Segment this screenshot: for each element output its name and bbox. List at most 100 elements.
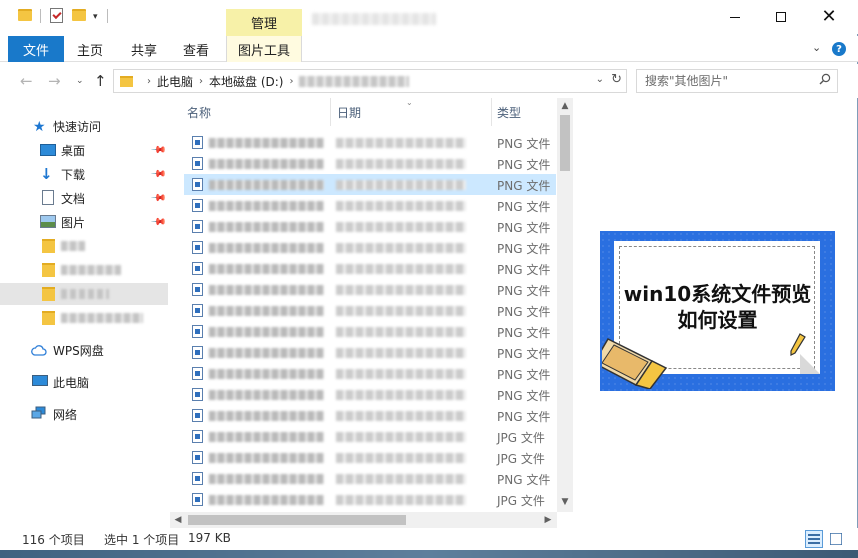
file-name-redacted [209, 159, 324, 169]
pin-icon[interactable]: 📌 [150, 142, 167, 159]
up-button[interactable]: ↑ [94, 72, 107, 90]
tab-file[interactable]: 文件 [8, 36, 64, 62]
tab-picture-tools[interactable]: 图片工具 [226, 36, 302, 62]
arrow-up-icon: ↑ [94, 72, 107, 90]
chevron-down-icon: ▼ [561, 497, 569, 507]
tab-view[interactable]: 查看 [174, 36, 218, 62]
file-name-redacted [209, 285, 324, 295]
scroll-right-button[interactable]: ▶ [540, 512, 556, 528]
image-file-icon [192, 199, 203, 212]
large-icons-view-button[interactable] [827, 530, 845, 548]
scroll-left-button[interactable]: ◀ [170, 512, 186, 528]
refresh-button[interactable]: ↻ [611, 72, 622, 87]
table-row[interactable]: PNG 文件 [184, 321, 556, 342]
image-file-icon [192, 409, 203, 422]
table-row[interactable]: PNG 文件 [184, 300, 556, 321]
breadcrumb-this-pc[interactable]: 此电脑 [157, 73, 193, 90]
minimize-button[interactable] [712, 0, 758, 34]
file-name-redacted [209, 474, 324, 484]
preview-image: win10系统文件预览 如何设置 [600, 231, 835, 391]
column-header-type[interactable]: 类型 [497, 104, 521, 121]
table-row[interactable]: PNG 文件 [184, 279, 556, 300]
horizontal-scroll-thumb[interactable] [188, 515, 406, 525]
nav-this-pc[interactable]: 此电脑 [0, 371, 168, 393]
nav-folder-current[interactable] [0, 283, 168, 305]
recent-locations-button[interactable]: ⌄ [76, 76, 84, 86]
window-title-redacted [312, 13, 436, 25]
vertical-scrollbar[interactable]: ▲ ▼ [557, 98, 573, 512]
table-row[interactable]: PNG 文件 [184, 405, 556, 426]
properties-icon[interactable] [50, 8, 63, 23]
image-file-icon [192, 325, 203, 338]
column-header-name[interactable]: 名称 [187, 104, 211, 121]
column-header-date[interactable]: 日期 [337, 104, 361, 121]
horizontal-scrollbar[interactable]: ◀ ▶ [170, 512, 557, 528]
pin-icon[interactable]: 📌 [150, 166, 167, 183]
file-date-redacted [336, 474, 466, 484]
table-row[interactable]: PNG 文件 [184, 195, 556, 216]
column-divider[interactable] [491, 98, 492, 126]
preview-title: win10系统文件预览 如何设置 [600, 281, 835, 333]
table-row[interactable]: JPG 文件 [184, 426, 556, 447]
table-row[interactable]: JPG 文件 [184, 489, 556, 510]
address-dropdown-button[interactable]: ⌄ [596, 74, 604, 85]
picture-icon [40, 215, 56, 228]
table-row[interactable]: PNG 文件 [184, 384, 556, 405]
scroll-up-button[interactable]: ▲ [557, 98, 573, 114]
chevron-down-icon: ⌄ [812, 41, 822, 54]
arrow-left-icon: ← [20, 72, 33, 90]
folder-icon [42, 263, 55, 277]
pin-icon[interactable]: 📌 [150, 214, 167, 231]
nav-folder-redacted-2[interactable] [0, 259, 168, 281]
new-folder-icon[interactable] [72, 9, 86, 21]
vertical-scroll-thumb[interactable] [560, 115, 570, 171]
table-row[interactable]: PNG 文件 [184, 342, 556, 363]
address-bar[interactable]: › 此电脑 › 本地磁盘 (D:) › ⌄ ↻ [113, 69, 627, 93]
search-box[interactable] [636, 69, 838, 93]
table-row[interactable]: JPG 文件 [184, 447, 556, 468]
scroll-down-button[interactable]: ▼ [557, 494, 573, 510]
table-row[interactable]: PNG 文件 [184, 363, 556, 384]
nav-folder-redacted-1[interactable] [0, 235, 168, 257]
help-button[interactable]: ? [832, 42, 846, 56]
table-row[interactable]: PNG 文件 [184, 132, 556, 153]
details-view-button[interactable] [805, 530, 823, 548]
table-row[interactable]: PNG 文件 [184, 237, 556, 258]
back-button[interactable]: ← [20, 72, 33, 90]
table-row[interactable]: PNG 文件 [184, 216, 556, 237]
table-row[interactable]: PNG 文件 [184, 153, 556, 174]
close-icon: ✕ [821, 6, 837, 27]
file-date-redacted [336, 369, 466, 379]
nav-folder-redacted-3[interactable] [0, 307, 168, 329]
maximize-button[interactable] [758, 0, 804, 34]
breadcrumb-redacted[interactable] [299, 75, 410, 87]
nav-wps-cloud[interactable]: WPS网盘 [0, 339, 168, 361]
tab-home[interactable]: 主页 [68, 36, 112, 62]
file-type: PNG 文件 [497, 368, 551, 382]
file-type: PNG 文件 [497, 137, 551, 151]
file-type: JPG 文件 [497, 431, 545, 445]
search-input[interactable] [645, 74, 815, 88]
forward-button[interactable]: → [48, 72, 61, 90]
table-row[interactable]: PNG 文件 [184, 258, 556, 279]
column-divider[interactable] [330, 98, 331, 126]
close-button[interactable]: ✕ [806, 0, 852, 34]
customize-toolbar-icon[interactable]: ▾ [93, 12, 98, 22]
breadcrumb-local-disk-d[interactable]: 本地磁盘 (D:) [209, 73, 283, 90]
table-row[interactable]: PNG 文件 [184, 174, 556, 195]
folder-icon [120, 75, 133, 87]
tab-share[interactable]: 共享 [122, 36, 166, 62]
nav-documents[interactable]: 文档 📌 [0, 187, 168, 209]
file-name-redacted [209, 243, 324, 253]
ribbon-expand-button[interactable]: ⌄ [812, 41, 821, 54]
nav-downloads[interactable]: ↓ 下载 📌 [0, 163, 168, 185]
nav-quick-access[interactable]: ★ 快速访问 [0, 115, 168, 137]
table-row[interactable]: PNG 文件 [184, 468, 556, 489]
address-row: ← → ⌄ ↑ › 此电脑 › 本地磁盘 (D:) › ⌄ ↻ [0, 64, 858, 98]
nav-network[interactable]: 网络 [0, 403, 168, 425]
nav-desktop[interactable]: 桌面 📌 [0, 139, 168, 161]
file-type: PNG 文件 [497, 179, 551, 193]
nav-pictures[interactable]: 图片 📌 [0, 211, 168, 233]
tab-manage[interactable]: 管理 [226, 9, 302, 36]
pin-icon[interactable]: 📌 [150, 190, 167, 207]
